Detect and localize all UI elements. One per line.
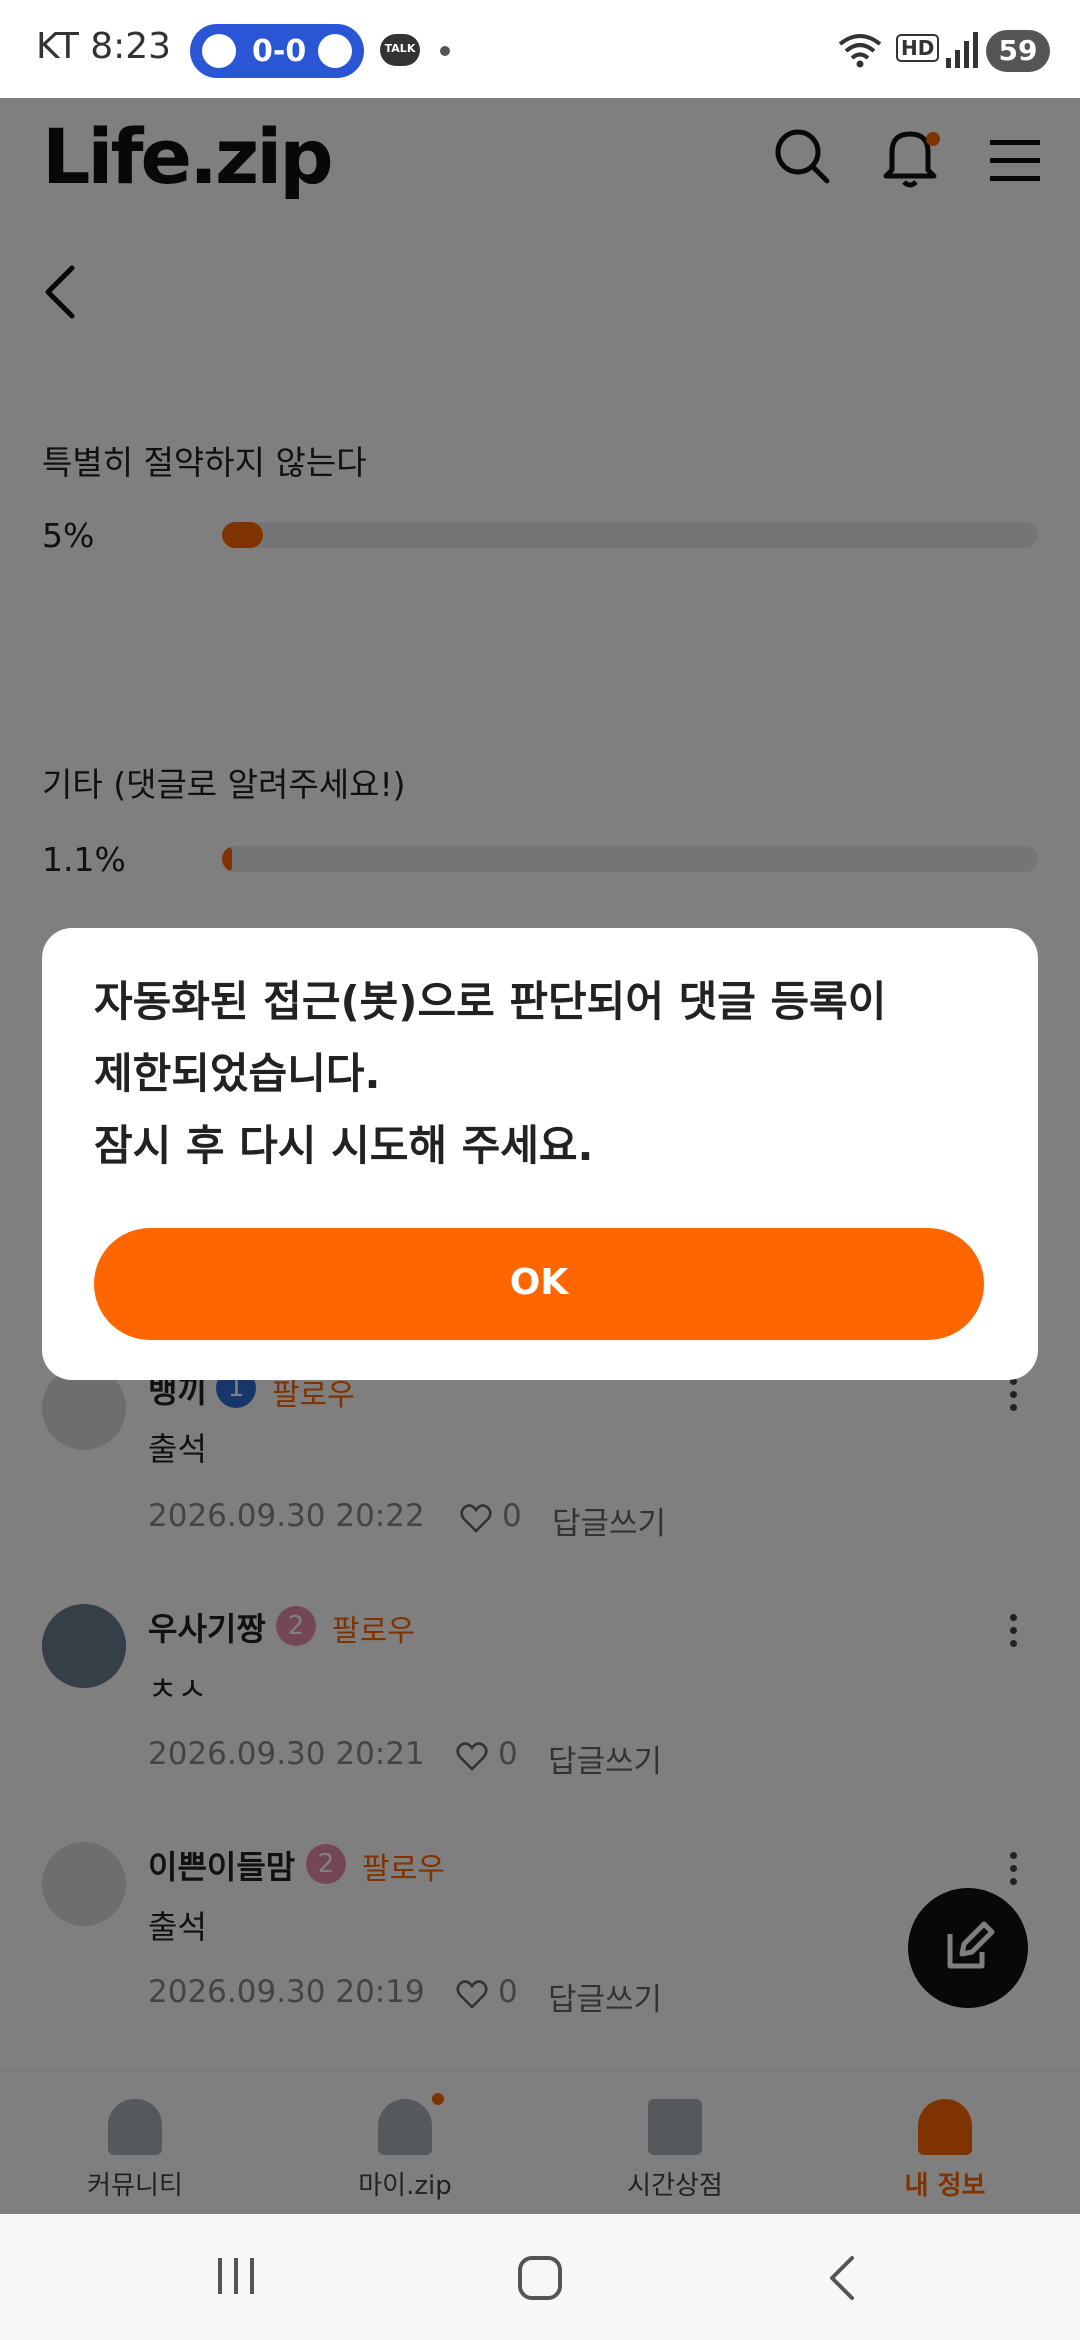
hd-voice-icon: HD: [896, 34, 940, 62]
system-back-icon[interactable]: [822, 2254, 862, 2302]
ok-button[interactable]: OK: [94, 1228, 984, 1340]
recent-apps-icon[interactable]: [214, 2254, 258, 2298]
alert-dialog: 자동화된 접근(봇)으로 판단되어 댓글 등록이 제한되었습니다. 잠시 후 다…: [42, 928, 1038, 1380]
system-navigation-bar: [0, 2214, 1080, 2340]
kakaotalk-icon: TALK: [380, 34, 420, 66]
wifi-icon: [838, 34, 882, 68]
dialog-message: 자동화된 접근(봇)으로 판단되어 댓글 등록이 제한되었습니다. 잠시 후 다…: [94, 977, 887, 1170]
battery-level: 59: [998, 34, 1038, 67]
carrier-time: KT 8:23: [36, 26, 172, 67]
status-bar: KT 8:23 0-0 TALK HD 59: [0, 0, 1080, 98]
score-text: 0-0: [252, 34, 307, 69]
signal-icon: [946, 32, 978, 68]
home-icon[interactable]: [516, 2254, 564, 2302]
battery-icon: 59: [986, 30, 1050, 72]
live-score-badge[interactable]: 0-0: [190, 24, 364, 78]
team-logo-icon: [202, 34, 236, 68]
ok-button-label: OK: [509, 1262, 569, 1303]
notification-dot-icon: [440, 46, 450, 56]
team-logo-icon: [318, 34, 352, 68]
